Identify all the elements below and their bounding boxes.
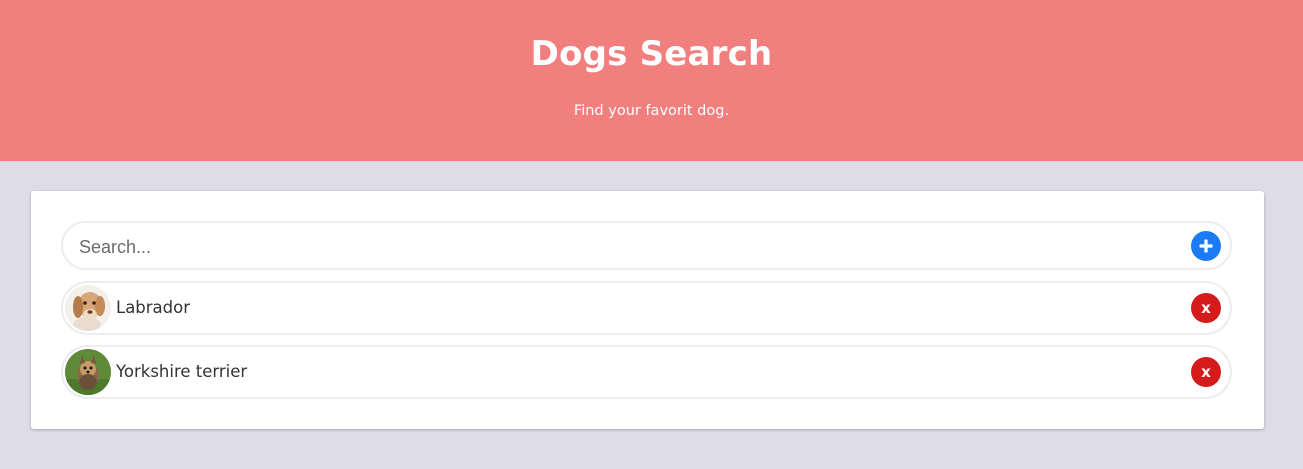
search-input[interactable] xyxy=(77,231,1181,263)
dog-avatar-labrador xyxy=(65,285,111,331)
page-title: Dogs Search xyxy=(530,34,773,74)
plus-icon xyxy=(1199,239,1213,253)
dog-name: Labrador xyxy=(116,298,191,317)
dog-name: Yorkshire terrier xyxy=(116,362,248,381)
dog-list-item: Labrador x xyxy=(61,281,1232,335)
dogs-card: Labrador x Yorkshire terrier x xyxy=(31,191,1264,429)
add-dog-button[interactable] xyxy=(1191,231,1221,261)
page-subtitle: Find your favorit dog. xyxy=(573,103,730,119)
dog-list-item: Yorkshire terrier x xyxy=(61,345,1232,399)
page-header: Dogs Search Find your favorit dog. xyxy=(0,0,1303,161)
remove-dog-button[interactable]: x xyxy=(1191,293,1221,323)
remove-icon: x xyxy=(1201,299,1211,317)
dog-avatar-yorkshire-terrier xyxy=(65,349,111,395)
search-bar xyxy=(61,221,1232,270)
remove-dog-button[interactable]: x xyxy=(1191,357,1221,387)
remove-icon: x xyxy=(1201,363,1211,381)
